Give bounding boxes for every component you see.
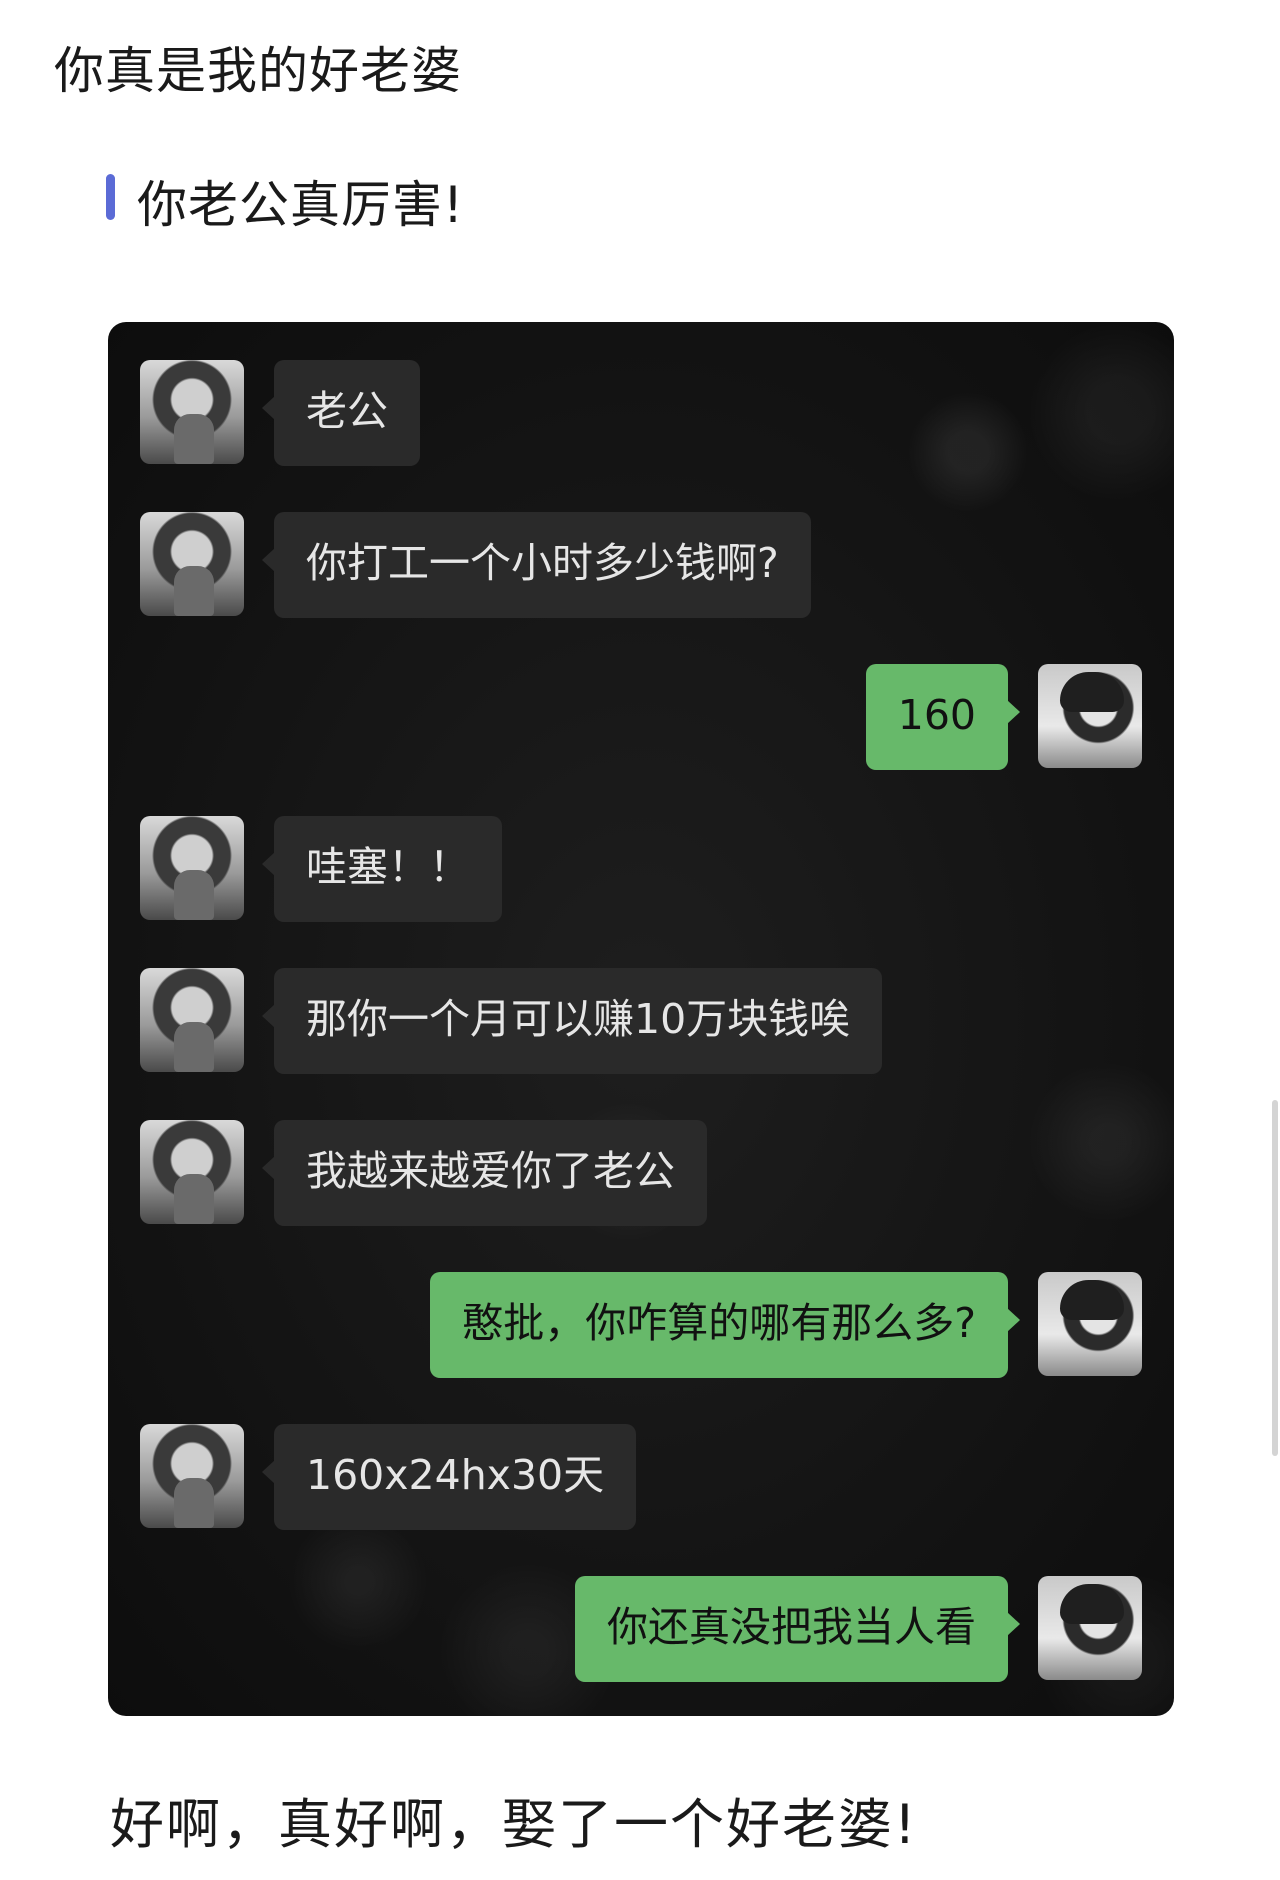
- chat-message-husband: 你还真没把我当人看: [575, 1576, 1142, 1682]
- husband-avatar: [1038, 664, 1142, 768]
- chat-message-wife: 哇塞！！: [140, 816, 502, 922]
- chat-message-husband: 160: [865, 664, 1142, 770]
- wife-avatar: [140, 968, 244, 1072]
- chat-message-wife: 160x24hx30天: [140, 1424, 637, 1530]
- message-bubble: 老公: [262, 360, 420, 466]
- wife-avatar: [140, 1424, 244, 1528]
- message-bubble: 憨批，你咋算的哪有那么多?: [430, 1272, 1020, 1378]
- chat-message-wife: 你打工一个小时多少钱啊?: [140, 512, 811, 618]
- quote-block: 你老公真厉害!: [106, 170, 464, 240]
- message-bubble: 160: [865, 664, 1021, 770]
- husband-avatar: [1038, 1576, 1142, 1680]
- chat-screenshot-image[interactable]: 老公 你打工一个小时多少钱啊? 160 哇塞！！ 那你一个月可以赚10万块钱唉 …: [108, 322, 1174, 1716]
- wife-avatar: [140, 1120, 244, 1224]
- message-bubble: 我越来越爱你了老公: [262, 1120, 707, 1226]
- message-bubble: 160x24hx30天: [261, 1424, 637, 1530]
- wife-avatar: [140, 512, 244, 616]
- quote-text: 你老公真厉害!: [137, 176, 465, 234]
- quote-bar: [106, 174, 115, 220]
- chat-message-wife: 我越来越爱你了老公: [140, 1120, 707, 1226]
- chat-message-wife: 那你一个月可以赚10万块钱唉: [140, 968, 883, 1074]
- post-title: 你真是我的好老婆: [54, 42, 462, 100]
- message-bubble: 你还真没把我当人看: [575, 1576, 1020, 1682]
- message-bubble: 那你一个月可以赚10万块钱唉: [261, 968, 883, 1074]
- chat-message-wife: 老公: [140, 360, 420, 466]
- wife-avatar: [140, 360, 244, 464]
- message-bubble: 哇塞！！: [262, 816, 502, 922]
- page-scrollbar[interactable]: [1272, 1100, 1278, 1456]
- chat-message-husband: 憨批，你咋算的哪有那么多?: [430, 1272, 1142, 1378]
- message-bubble: 你打工一个小时多少钱啊?: [262, 512, 811, 618]
- wife-avatar: [140, 816, 244, 920]
- husband-avatar: [1038, 1272, 1142, 1376]
- post-caption: 好啊，真好啊，娶了一个好老婆!: [110, 1793, 918, 1856]
